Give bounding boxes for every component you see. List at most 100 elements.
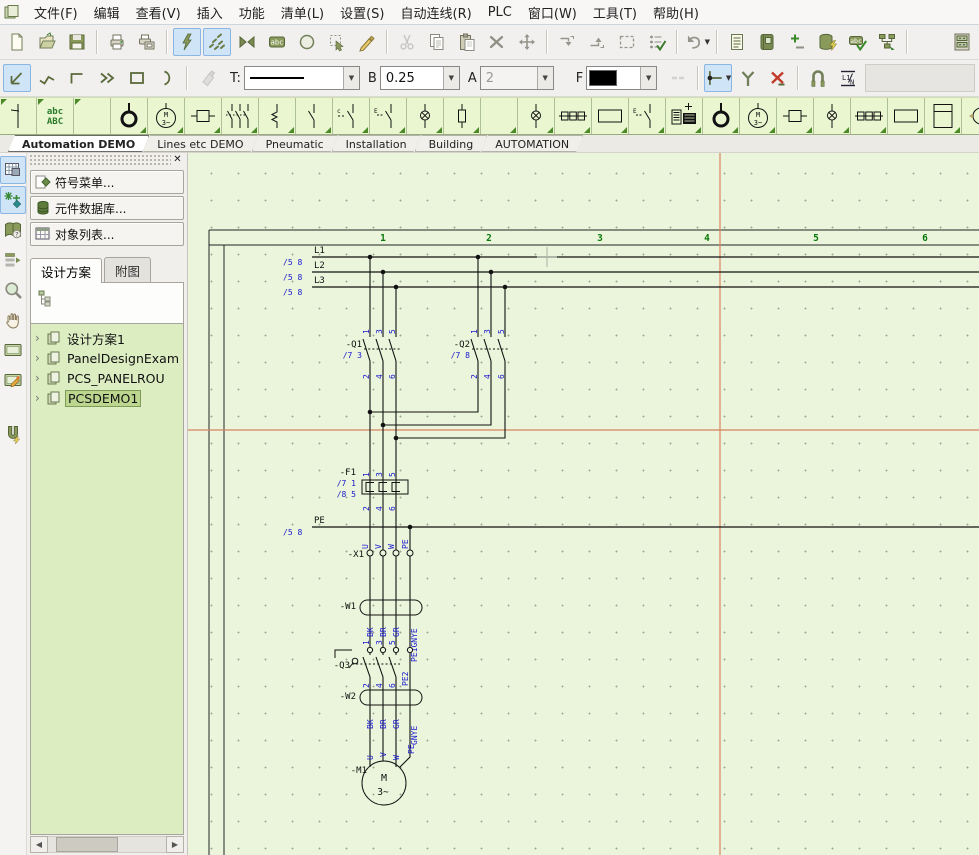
tree-item--1[interactable]: ›设计方案1 (31, 328, 183, 348)
coil2-symbol[interactable] (777, 98, 814, 134)
switch-q3[interactable]: -Q3 135 246 PE2 (334, 640, 413, 688)
plus-minus-icon[interactable] (783, 28, 811, 56)
new-page-icon[interactable] (3, 28, 31, 56)
area-select-icon[interactable] (323, 28, 351, 56)
contact-symbol[interactable] (296, 98, 333, 134)
expander-icon[interactable]: › (35, 331, 46, 345)
component-database-button[interactable]: 元件数据库... (30, 196, 184, 220)
menu-item-7[interactable]: 自动连线(R) (393, 1, 480, 24)
lines-tool-icon[interactable] (203, 28, 231, 56)
menu-item-6[interactable]: 设置(S) (332, 1, 392, 24)
page-tab-pneumatic[interactable]: Pneumatic (252, 135, 338, 152)
menu-item-4[interactable]: 功能 (231, 1, 273, 24)
expander-icon[interactable]: › (35, 351, 46, 365)
zigzag-line-tool-icon[interactable] (33, 64, 61, 92)
page-data-icon[interactable] (723, 28, 751, 56)
fuse-3pole-symbol[interactable] (555, 98, 592, 134)
symbol-menu-button[interactable]: 符号菜单... (30, 170, 184, 194)
text-tool-icon[interactable]: abc (263, 28, 291, 56)
page-tab-automation-demo[interactable]: Automation DEMO (8, 135, 149, 152)
motor2-symbol[interactable]: M3~ (740, 98, 777, 134)
pen-tool-icon[interactable] (353, 28, 381, 56)
menu-item-3[interactable]: 插入 (189, 1, 231, 24)
zoom-icon[interactable] (0, 276, 26, 304)
circle-tool-icon[interactable] (293, 28, 321, 56)
terminal-symbol[interactable] (0, 98, 37, 134)
line-width-combo[interactable]: 0.25 ▼ (380, 66, 460, 90)
text-abc-symbol[interactable]: abcABC (37, 98, 74, 134)
angle-combo-arrow[interactable]: ▼ (537, 67, 553, 89)
page-tab-lines-etc-demo[interactable]: Lines etc DEMO (143, 135, 257, 152)
dash-style-icon[interactable] (664, 64, 692, 92)
color-combo-arrow[interactable]: ▼ (640, 67, 656, 89)
net-navigator-icon[interactable] (873, 28, 901, 56)
menu-item-2[interactable]: 查看(V) (128, 1, 189, 24)
delete-icon[interactable] (483, 28, 511, 56)
line-type-combo[interactable]: ▼ (244, 66, 360, 90)
thermal-contact-symbol[interactable] (259, 98, 296, 134)
expander-icon[interactable]: › (35, 391, 46, 405)
junction-point-icon[interactable]: ▼ (704, 64, 732, 92)
screen-edit-icon[interactable] (0, 366, 26, 394)
phase-l1n-icon[interactable]: L1N (834, 64, 862, 92)
drawing-canvas[interactable]: 1 2 3 4 5 6 L1/5 8 L2/5 8 L3/5 8 PE/5 8 (188, 153, 979, 855)
coil-symbol[interactable] (185, 98, 222, 134)
database-book-icon[interactable] (753, 28, 781, 56)
expander-icon[interactable]: › (35, 371, 46, 385)
branch-wye-icon[interactable] (734, 64, 762, 92)
menu-item-1[interactable]: 编辑 (86, 1, 128, 24)
tree-item-pcsdemo1[interactable]: ›PCSDEMO1 (31, 388, 183, 408)
object-lists-icon[interactable] (0, 246, 26, 274)
copy-icon[interactable] (423, 28, 451, 56)
tree-item-paneldesignexam[interactable]: ›PanelDesignExam (31, 348, 183, 368)
junction-point-icon-dropdown[interactable]: ▼ (726, 74, 731, 82)
contact-e-symbol[interactable]: E (370, 98, 407, 134)
print-copies-icon[interactable] (133, 28, 161, 56)
coil-wide-symbol[interactable] (592, 98, 629, 134)
motor-symbol[interactable]: M3~ (148, 98, 185, 134)
circle-symbol[interactable] (962, 98, 979, 134)
delete-line-icon[interactable] (764, 64, 792, 92)
pan-hand-icon[interactable] (0, 306, 26, 334)
spellcheck-icon[interactable]: abc (843, 28, 871, 56)
auto-command-icon[interactable] (173, 28, 201, 56)
help-book-icon[interactable]: ? (0, 216, 26, 244)
plc-block-symbol[interactable] (666, 98, 703, 134)
earth-symbol[interactable] (111, 98, 148, 134)
panel-tab-1[interactable]: 附图 (104, 257, 151, 282)
jumper-link-icon[interactable] (804, 64, 832, 92)
scroll-track[interactable] (48, 836, 166, 853)
fuse-3pole2-symbol[interactable] (851, 98, 888, 134)
screen-page-icon[interactable] (0, 336, 26, 364)
grid-icon[interactable] (0, 156, 26, 184)
line-type-combo-arrow[interactable]: ▼ (343, 67, 359, 89)
chevrons-tool-icon[interactable] (93, 64, 121, 92)
empty2-symbol[interactable] (481, 98, 518, 134)
panel-grip[interactable]: ✕ (29, 154, 185, 167)
angle-line-tool-icon[interactable] (3, 64, 31, 92)
earth2-symbol[interactable] (703, 98, 740, 134)
color-combo[interactable]: ▼ (586, 66, 657, 90)
indicator-lamp2-symbol[interactable] (518, 98, 555, 134)
breaker-q2[interactable]: -Q2 /7 8 135 246 (451, 329, 509, 379)
page-tab-installation[interactable]: Installation (332, 135, 421, 152)
contact-3pole-symbol[interactable] (222, 98, 259, 134)
scroll-right-icon[interactable]: ▶ (166, 836, 184, 853)
power-rails[interactable]: L1/5 8 L2/5 8 L3/5 8 PE/5 8 (283, 246, 979, 537)
angle-combo[interactable]: 2 ▼ (480, 66, 554, 90)
terminal-strip-x1[interactable]: -X1 UVWPE (348, 539, 413, 560)
scroll-left-icon[interactable]: ◀ (30, 836, 48, 853)
terminal-box-symbol[interactable] (925, 98, 962, 134)
breaker-q1[interactable]: -Q1 /7 3 135 246 (343, 329, 401, 379)
hierarchy-view-icon[interactable] (34, 286, 58, 310)
rectangle-symbol[interactable] (888, 98, 925, 134)
page-tab-building[interactable]: Building (415, 135, 488, 152)
menu-item-10[interactable]: 工具(T) (585, 1, 645, 24)
close-panel-icon[interactable]: ✕ (171, 154, 184, 166)
menu-item-0[interactable]: 文件(F) (26, 1, 86, 24)
contact-e2-symbol[interactable]: E (629, 98, 666, 134)
indicator-lamp-symbol[interactable] (407, 98, 444, 134)
snap-icon[interactable] (0, 186, 26, 214)
menu-item-5[interactable]: 清单(L) (273, 1, 332, 24)
indicator-lamp3-symbol[interactable] (814, 98, 851, 134)
